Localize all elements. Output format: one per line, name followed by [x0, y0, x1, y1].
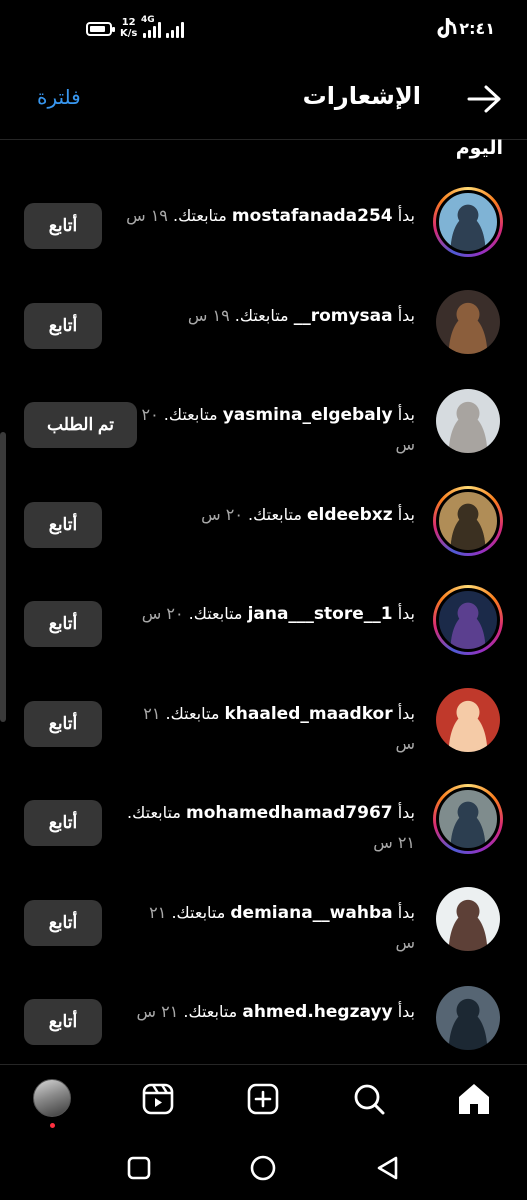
- section-heading-today: اليوم: [455, 137, 503, 159]
- notification-text: بدأ romysaa__ متابعتك. ١٩ س: [125, 301, 415, 331]
- notification-time: ٢١ س: [136, 1002, 179, 1021]
- notification-row[interactable]: بدأ mostafanada254 متابعتك. ١٩ س أتابع: [0, 187, 527, 287]
- notification-dot: [50, 1123, 55, 1128]
- follow-button[interactable]: أتابع: [24, 900, 102, 946]
- reels-icon[interactable]: [138, 1079, 178, 1119]
- notification-text: بدأ jana___store__1 متابعتك. ٢٠ س: [125, 599, 415, 629]
- notification-username[interactable]: yasmina_elgebaly: [223, 405, 393, 425]
- status-bar: 12 K/s 4G ١٢:٤١: [0, 0, 527, 60]
- notification-message: متابعتك.: [163, 405, 218, 424]
- avatar[interactable]: [433, 486, 503, 556]
- follow-button[interactable]: أتابع: [24, 303, 102, 349]
- notification-message: متابعتك.: [172, 206, 227, 225]
- notification-text: بدأ yasmina_elgebaly متابعتك. ٢٠ س: [125, 400, 415, 459]
- notification-text: بدأ mostafanada254 متابعتك. ١٩ س: [125, 201, 415, 231]
- notification-row[interactable]: بدأ mohamedhamad7967 متابعتك. ٢١ س أتابع: [0, 784, 527, 884]
- back-arrow-icon[interactable]: [467, 84, 503, 114]
- follow-button[interactable]: أتابع: [24, 701, 102, 747]
- notification-prefix: بدأ: [397, 206, 415, 225]
- clock: ١٢:٤١: [449, 19, 495, 38]
- notification-username[interactable]: mohamedhamad7967: [186, 803, 393, 823]
- notification-text: بدأ eldeebxz متابعتك. ٢٠ س: [125, 500, 415, 530]
- notification-message: متابعتك.: [127, 803, 181, 822]
- avatar[interactable]: [433, 884, 503, 954]
- notification-prefix: بدأ: [397, 704, 415, 723]
- avatar-photo: [436, 290, 500, 354]
- network-speed: 12 K/s: [120, 17, 138, 39]
- header: فلترة الإشعارات: [0, 60, 527, 140]
- home-button-icon[interactable]: [247, 1152, 279, 1184]
- notification-row[interactable]: بدأ eldeebxz متابعتك. ٢٠ س أتابع: [0, 486, 527, 586]
- system-nav-bar: [0, 1136, 527, 1200]
- avatar[interactable]: [433, 585, 503, 655]
- avatar-photo: [436, 389, 500, 453]
- notification-row[interactable]: بدأ romysaa__ متابعتك. ١٩ س أتابع: [0, 287, 527, 387]
- profile-avatar-icon[interactable]: [33, 1079, 71, 1117]
- notification-username[interactable]: khaaled_maadkor: [224, 704, 392, 724]
- notification-username[interactable]: demiana__wahba: [230, 903, 392, 923]
- notification-username[interactable]: eldeebxz: [307, 505, 393, 525]
- battery-icon: [86, 22, 115, 36]
- avatar[interactable]: [433, 386, 503, 456]
- avatar[interactable]: [433, 287, 503, 357]
- notification-text: بدأ khaaled_maadkor متابعتك. ٢١ س: [125, 699, 415, 758]
- notification-row[interactable]: بدأ jana___store__1 متابعتك. ٢٠ س أتابع: [0, 585, 527, 685]
- follow-button[interactable]: أتابع: [24, 999, 102, 1045]
- cellular-signal-icon-2: [166, 20, 184, 38]
- avatar-photo: [436, 190, 500, 254]
- notification-prefix: بدأ: [397, 1002, 415, 1021]
- follow-button[interactable]: أتابع: [24, 601, 102, 647]
- avatar-photo: [436, 588, 500, 652]
- avatar-photo: [436, 787, 500, 851]
- page-title: الإشعارات: [302, 82, 421, 110]
- recents-button-icon[interactable]: [123, 1152, 155, 1184]
- avatar-photo: [436, 986, 500, 1050]
- filter-button[interactable]: فلترة: [37, 85, 81, 109]
- notification-message: متابعتك.: [165, 704, 220, 723]
- create-post-icon[interactable]: [243, 1079, 283, 1119]
- notification-message: متابعتك.: [183, 1002, 238, 1021]
- notification-row[interactable]: بدأ khaaled_maadkor متابعتك. ٢١ س أتابع: [0, 685, 527, 785]
- notification-username[interactable]: romysaa__: [294, 306, 393, 326]
- notification-text: بدأ mohamedhamad7967 متابعتك. ٢١ س: [125, 798, 415, 857]
- back-button-icon[interactable]: [372, 1152, 404, 1184]
- avatar[interactable]: [433, 685, 503, 755]
- avatar[interactable]: [433, 983, 503, 1053]
- follow-button[interactable]: أتابع: [24, 502, 102, 548]
- notification-message: متابعتك.: [234, 306, 289, 325]
- notification-message: متابعتك.: [188, 604, 243, 623]
- notification-time: ١٩ س: [126, 206, 168, 225]
- notification-username[interactable]: mostafanada254: [232, 206, 393, 226]
- notification-time: ٢٠ س: [141, 604, 184, 623]
- notification-username[interactable]: ahmed.hegzayy: [242, 1002, 392, 1022]
- notification-message: متابعتك.: [248, 505, 302, 524]
- notification-prefix: بدأ: [397, 306, 415, 325]
- notification-prefix: بدأ: [397, 405, 415, 424]
- notification-row[interactable]: بدأ demiana__wahba متابعتك. ٢١ س أتابع: [0, 884, 527, 984]
- avatar-photo: [436, 688, 500, 752]
- notification-prefix: بدأ: [397, 803, 415, 822]
- avatar-photo: [436, 887, 500, 951]
- notification-time: ٢٠ س: [201, 505, 243, 524]
- notification-username[interactable]: jana___store__1: [248, 604, 393, 624]
- notification-prefix: بدأ: [397, 903, 415, 922]
- avatar[interactable]: [433, 784, 503, 854]
- home-icon[interactable]: [454, 1079, 494, 1119]
- avatar-photo: [436, 489, 500, 553]
- notification-prefix: بدأ: [397, 604, 415, 623]
- follow-button[interactable]: أتابع: [24, 800, 102, 846]
- notification-message: متابعتك.: [171, 903, 226, 922]
- requested-button[interactable]: تم الطلب: [24, 402, 137, 448]
- notification-text: بدأ ahmed.hegzayy متابعتك. ٢١ س: [125, 997, 416, 1027]
- search-icon[interactable]: [349, 1079, 389, 1119]
- notification-prefix: بدأ: [397, 505, 415, 524]
- notification-text: بدأ demiana__wahba متابعتك. ٢١ س: [125, 898, 415, 957]
- notification-row[interactable]: بدأ yasmina_elgebaly متابعتك. ٢٠ س تم الط…: [0, 386, 527, 486]
- notification-time: ٢١ س: [373, 833, 415, 852]
- network-type-label: 4G: [141, 15, 155, 25]
- follow-button[interactable]: أتابع: [24, 203, 102, 249]
- notification-time: ١٩ س: [187, 306, 230, 325]
- avatar[interactable]: [433, 187, 503, 257]
- bottom-nav: [0, 1064, 527, 1136]
